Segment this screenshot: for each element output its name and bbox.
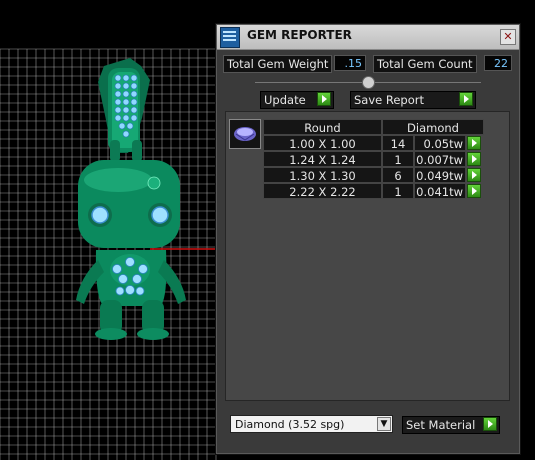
dropdown-arrow-icon[interactable]: ▼ xyxy=(377,417,391,431)
splitter-knob[interactable] xyxy=(362,76,375,89)
set-material-button-label: Set Material xyxy=(406,418,476,432)
gem-weight-cell: 0.041tw xyxy=(414,183,466,199)
title-bar[interactable]: GEM REPORTER ✕ xyxy=(217,25,519,50)
gem-list-area: Round Diamond 1.00 X 1.00 14 0.05tw 1.24… xyxy=(225,111,510,401)
set-material-button[interactable]: Set Material xyxy=(402,416,500,434)
play-arrow-icon xyxy=(483,417,497,431)
material-select-value: Diamond (3.52 spg) xyxy=(235,418,345,431)
gem-count-cell: 1 xyxy=(382,183,414,199)
gem-size-cell: 2.22 X 2.22 xyxy=(263,183,382,199)
update-button[interactable]: Update xyxy=(260,91,334,109)
gem-shape-header: Round xyxy=(263,119,382,135)
gem-count-cell: 14 xyxy=(382,135,414,151)
total-gem-weight-label: Total Gem Weight xyxy=(223,55,333,73)
gem-count-cell: 6 xyxy=(382,167,414,183)
save-report-button[interactable]: Save Report xyxy=(350,91,476,109)
play-arrow-icon[interactable] xyxy=(467,152,481,166)
save-report-button-label: Save Report xyxy=(354,93,425,107)
play-arrow-icon xyxy=(459,92,473,106)
total-gem-count-label: Total Gem Count xyxy=(373,55,477,73)
gem-size-cell: 1.24 X 1.24 xyxy=(263,151,382,167)
play-arrow-icon xyxy=(317,92,331,106)
gem-size-cell: 1.30 X 1.30 xyxy=(263,167,382,183)
gem-count-cell: 1 xyxy=(382,151,414,167)
close-icon[interactable]: ✕ xyxy=(500,29,516,45)
app-icon xyxy=(220,27,240,48)
total-gem-count-value: 22 xyxy=(484,55,512,71)
panel-title: GEM REPORTER xyxy=(247,28,352,42)
gem-thumbnail-icon[interactable] xyxy=(229,119,261,149)
gem-weight-cell: 0.007tw xyxy=(414,151,466,167)
gem-material-header: Diamond xyxy=(382,119,484,135)
gem-weight-cell: 0.049tw xyxy=(414,167,466,183)
material-select[interactable]: Diamond (3.52 spg) ▼ xyxy=(230,415,393,433)
play-arrow-icon[interactable] xyxy=(467,136,481,150)
gem-reporter-panel: GEM REPORTER ✕ Total Gem Weight .15 Tota… xyxy=(216,24,520,454)
total-gem-weight-value: .15 xyxy=(334,55,366,71)
gem-size-cell: 1.00 X 1.00 xyxy=(263,135,382,151)
play-arrow-icon[interactable] xyxy=(467,168,481,182)
update-button-label: Update xyxy=(264,93,306,107)
play-arrow-icon[interactable] xyxy=(467,184,481,198)
gem-weight-cell: 0.05tw xyxy=(414,135,466,151)
